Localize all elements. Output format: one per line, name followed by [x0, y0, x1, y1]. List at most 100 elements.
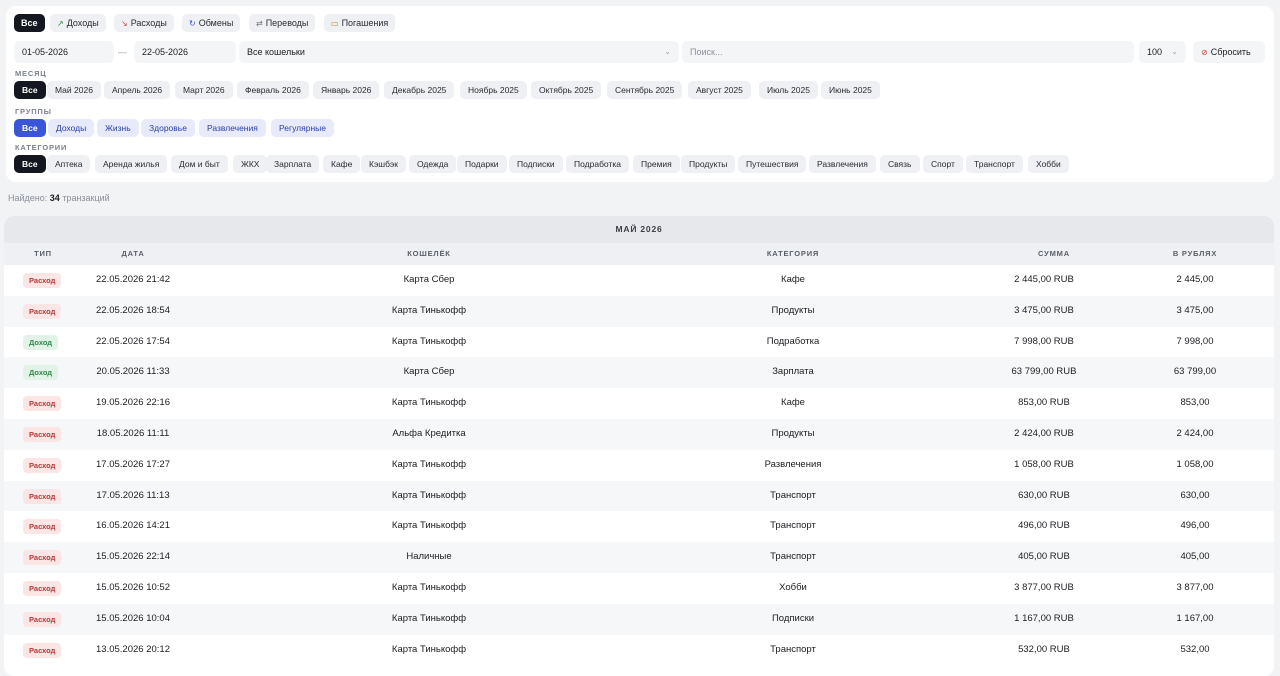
category-cell: Продукты — [771, 427, 815, 439]
category-chip[interactable]: Премия — [633, 155, 680, 173]
groups-section-label: ГРУППЫ — [15, 107, 52, 116]
type-filter-expense[interactable]: ↘ Расходы — [114, 14, 174, 32]
rub-amount-cell: 1 167,00 — [1176, 612, 1214, 624]
card-icon: ▭ — [331, 19, 339, 28]
table-row[interactable]: Расход 15.05.2026 10:52 Карта Тинькофф Хобб… — [4, 573, 1274, 604]
date-to-input[interactable]: 22-05-2026 — [134, 41, 236, 63]
type-badge: Расход — [23, 457, 62, 473]
date-cell: 17.05.2026 17:27 — [96, 458, 170, 470]
category-chip[interactable]: Кэшбэк — [361, 155, 406, 173]
type-badge: Расход — [23, 611, 62, 627]
date-to-value: 22-05-2026 — [142, 47, 189, 57]
month-chip[interactable]: Декабрь 2025 — [384, 81, 455, 99]
category-chip[interactable]: Дом и быт — [171, 155, 228, 173]
month-group-header: МАЙ 2026 — [4, 216, 1274, 243]
wallet-cell: Карта Тинькофф — [391, 335, 467, 347]
table-row[interactable]: Доход 22.05.2026 17:54 Карта Тинькофф Подра… — [4, 327, 1274, 358]
category-chip[interactable]: Транспорт — [966, 155, 1023, 173]
table-row[interactable]: Расход 13.05.2026 20:12 Карта Тинькофф Тран… — [4, 635, 1274, 666]
category-chip[interactable]: Подработка — [566, 155, 629, 173]
category-chip[interactable]: Путешествия — [738, 155, 807, 173]
refresh-icon: ↻ — [189, 19, 196, 28]
category-chip[interactable]: Продукты — [681, 155, 736, 173]
amount-cell: 7 998,00 RUB — [1014, 335, 1074, 347]
type-badge: Расход — [23, 580, 62, 596]
month-chip[interactable]: Сентябрь 2025 — [607, 81, 683, 99]
month-chip[interactable]: Август 2025 — [688, 81, 751, 99]
col-amount-header: СУММА — [1038, 249, 1070, 258]
reset-button[interactable]: ⊘ Сбросить — [1193, 41, 1265, 63]
type-filter-transfer[interactable]: ⇄ Переводы — [249, 14, 316, 32]
table-row[interactable]: Расход 15.05.2026 10:04 Карта Тинькофф Подп… — [4, 603, 1274, 635]
month-chip[interactable]: Январь 2026 — [313, 81, 380, 99]
category-cell: Подработка — [766, 335, 820, 347]
type-filter-all[interactable]: Все — [14, 14, 45, 32]
type-badge: Расход — [23, 426, 62, 442]
category-chip[interactable]: Связь — [880, 155, 920, 173]
swap-icon: ⇄ — [256, 19, 263, 28]
category-chip[interactable]: Все — [14, 155, 46, 173]
category-chip[interactable]: Аптека — [47, 155, 91, 173]
type-filter-exchange[interactable]: ↻ Обмены — [182, 14, 241, 32]
col-date-header: ДАТА — [121, 249, 145, 258]
month-chip[interactable]: Апрель 2026 — [104, 81, 171, 99]
month-chip[interactable]: Март 2026 — [175, 81, 233, 99]
table-row[interactable]: Расход 22.05.2026 18:54 Карта Тинькофф Прод… — [4, 295, 1274, 327]
table-row[interactable]: Расход 18.05.2026 11:11 Альфа Кредитка Прод… — [4, 418, 1274, 450]
category-chip[interactable]: ЖКХ — [233, 155, 268, 173]
rub-amount-cell: 1 058,00 — [1176, 458, 1214, 470]
found-prefix: Найдено: — [8, 193, 48, 203]
found-suffix: транзакций — [62, 193, 110, 203]
group-chip[interactable]: Развлечения — [199, 119, 266, 137]
category-chip[interactable]: Спорт — [923, 155, 963, 173]
month-chip[interactable]: Октябрь 2025 — [531, 81, 602, 99]
table-row[interactable]: Расход 16.05.2026 14:21 Карта Тинькофф Тран… — [4, 511, 1274, 542]
category-chip[interactable]: Подарки — [457, 155, 507, 173]
group-chip[interactable]: Жизнь — [97, 119, 139, 137]
month-chip[interactable]: Май 2026 — [47, 81, 101, 99]
type-filter-repayment[interactable]: ▭ Погашения — [324, 14, 396, 32]
trending-down-icon: ↘ — [121, 19, 128, 28]
table-row[interactable]: Расход 19.05.2026 22:16 Карта Тинькофф Кафе… — [4, 388, 1274, 419]
month-chip[interactable]: Все — [14, 81, 46, 99]
type-filter-label: Расходы — [130, 18, 167, 28]
wallet-select[interactable]: Все кошельки ⌄ — [239, 41, 679, 63]
page-size-select[interactable]: 100 ⌄ — [1139, 41, 1186, 63]
group-chip[interactable]: Все — [14, 119, 46, 137]
amount-cell: 63 799,00 RUB — [1011, 366, 1077, 378]
search-input[interactable]: Поиск... — [682, 41, 1134, 63]
group-chip[interactable]: Регулярные — [271, 119, 335, 137]
found-number: 34 — [49, 193, 60, 203]
group-chip[interactable]: Доходы — [48, 119, 95, 137]
table-row[interactable]: Доход 20.05.2026 11:33 Карта Сбер Зарплата 6… — [4, 357, 1274, 389]
category-chip[interactable]: Зарплата — [266, 155, 320, 173]
month-chip[interactable]: Июнь 2025 — [821, 81, 880, 99]
date-from-input[interactable]: 01-05-2026 — [14, 41, 114, 63]
table-row[interactable]: Расход 17.05.2026 11:13 Карта Тинькофф Тран… — [4, 480, 1274, 512]
transactions-table: МАЙ 2026 ТИП ДАТА КОШЕЛЁК КАТЕГОРИЯ СУММ… — [4, 216, 1274, 676]
rub-amount-cell: 2 424,00 — [1176, 427, 1214, 439]
category-chip[interactable]: Развлечения — [809, 155, 876, 173]
amount-cell: 1 058,00 RUB — [1014, 458, 1074, 470]
found-count: Найдено: 34 транзакций — [8, 193, 110, 203]
month-chip[interactable]: Ноябрь 2025 — [460, 81, 527, 99]
date-cell: 20.05.2026 11:33 — [96, 366, 170, 378]
category-chip[interactable]: Аренда жилья — [95, 155, 168, 173]
category-chip[interactable]: Подписки — [509, 155, 563, 173]
type-filter-income[interactable]: ↗ Доходы — [50, 14, 106, 32]
rub-amount-cell: 63 799,00 — [1173, 366, 1217, 378]
table-row[interactable]: Расход 17.05.2026 17:27 Карта Тинькофф Разв… — [4, 450, 1274, 481]
month-chip[interactable]: Февраль 2026 — [237, 81, 309, 99]
group-chip[interactable]: Здоровье — [141, 119, 195, 137]
category-chip[interactable]: Хобби — [1028, 155, 1069, 173]
rub-amount-cell: 2 445,00 — [1176, 274, 1214, 285]
table-row[interactable]: Расход 22.05.2026 21:42 Карта Сбер Кафе 2 44… — [4, 265, 1274, 296]
filters-panel: Все ↗ Доходы ↘ Расходы ↻ Обмены ⇄ Переводы ▭… — [6, 6, 1274, 182]
categories-section-label: КАТЕГОРИИ — [15, 143, 68, 152]
category-chip[interactable]: Кафе — [323, 155, 361, 173]
month-chip[interactable]: Июль 2025 — [759, 81, 818, 99]
wallet-cell: Карта Тинькофф — [391, 489, 467, 501]
table-row[interactable]: Расход 15.05.2026 22:14 Наличные Транспорт 4… — [4, 542, 1274, 573]
reset-icon: ⊘ — [1201, 48, 1208, 57]
category-chip[interactable]: Одежда — [409, 155, 457, 173]
